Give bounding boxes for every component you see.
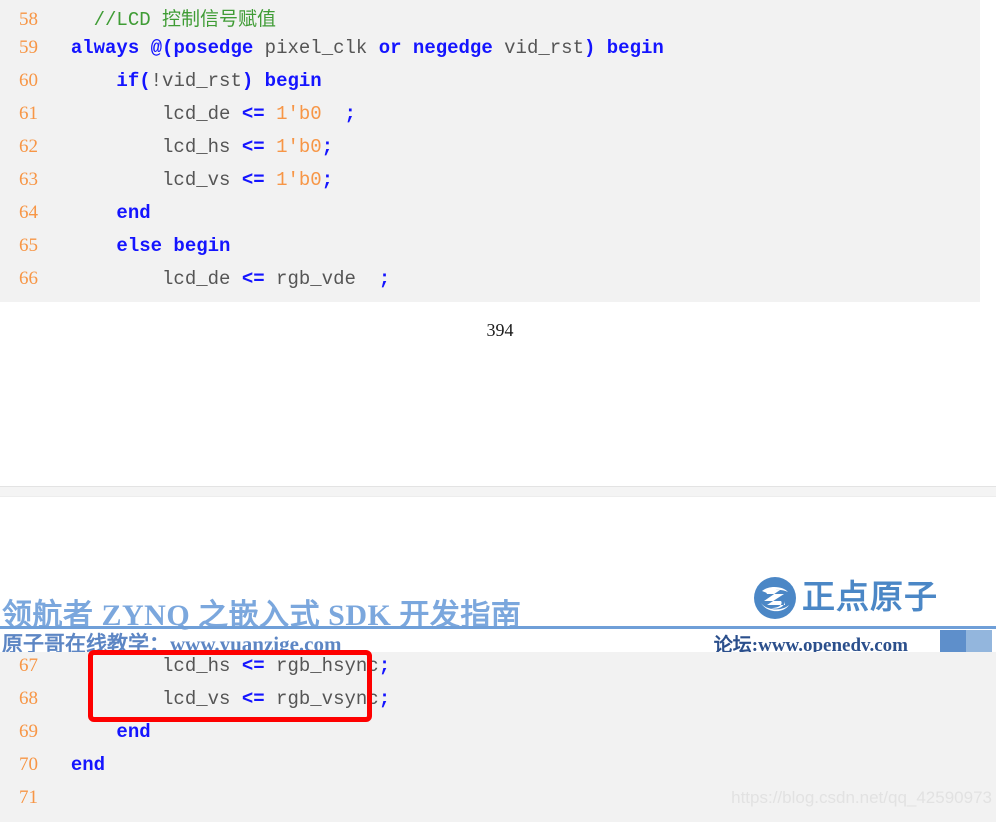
- code-text: lcd_de <= rgb_vde ;: [48, 268, 391, 290]
- line-number: 65: [19, 235, 38, 256]
- code-line: 68 lcd_vs <= rgb_vsync;: [0, 688, 996, 721]
- line-number: 58: [19, 9, 38, 30]
- code-line: 70 end: [0, 754, 996, 787]
- code-text: always @(posedge pixel_clk or negedge vi…: [70, 37, 664, 59]
- code-line: 58 //LCD 控制信号赋值: [0, 4, 980, 37]
- brand-logo: 正点原子: [753, 576, 938, 620]
- page-number: 394: [486, 320, 514, 340]
- line-number: 60: [19, 70, 38, 91]
- line-number: 63: [19, 169, 38, 190]
- line-number: 64: [19, 202, 38, 223]
- code-line: 67 lcd_hs <= rgb_hsync;: [0, 655, 996, 688]
- line-number: 68: [19, 688, 38, 709]
- code-text: lcd_vs <= rgb_vsync;: [48, 688, 391, 710]
- code-text: else begin: [116, 235, 231, 257]
- line-number: 69: [19, 721, 38, 742]
- code-text: if(!vid_rst) begin: [116, 70, 322, 92]
- code-line: 59 always @(posedge pixel_clk or negedge…: [0, 37, 980, 70]
- code-line: 60 if(!vid_rst) begin: [0, 70, 980, 103]
- code-text: lcd_de <= 1'b0 ;: [48, 103, 356, 125]
- document-header: 领航者 ZYNQ 之嵌入式 SDK 开发指南 原子哥在线教学：www.yuanz…: [0, 577, 996, 656]
- watermark: https://blog.csdn.net/qq_42590973: [731, 788, 992, 807]
- code-line: 63 lcd_vs <= 1'b0;: [0, 169, 980, 202]
- line-number: 67: [19, 655, 38, 676]
- line-number: 66: [19, 268, 38, 289]
- line-number: 62: [19, 136, 38, 157]
- code-line: 61 lcd_de <= 1'b0 ;: [0, 103, 980, 136]
- code-text: //LCD 控制信号赋值: [93, 9, 277, 31]
- code-text: end: [116, 721, 151, 743]
- square-dark: [940, 630, 966, 652]
- code-text: lcd_hs <= 1'b0;: [48, 136, 334, 158]
- code-line: 64 end: [0, 202, 980, 235]
- line-number: 61: [19, 103, 38, 124]
- section-divider: [0, 486, 996, 497]
- code-line: 65 else begin: [0, 235, 980, 268]
- line-number: 70: [19, 754, 38, 775]
- code-text: end: [70, 754, 106, 776]
- code-line: 69 end: [0, 721, 996, 754]
- corner-square-decoration: [940, 630, 992, 652]
- square-light: [966, 630, 992, 652]
- atom-circle-icon: [754, 577, 796, 619]
- line-number: 59: [19, 37, 38, 58]
- code-text: lcd_hs <= rgb_hsync;: [48, 655, 391, 677]
- code-block-top[interactable]: 58 //LCD 控制信号赋值 59 always @(posedge pixel…: [0, 0, 980, 302]
- brand-name: 正点原子: [802, 579, 938, 616]
- code-line: 62 lcd_hs <= 1'b0;: [0, 136, 980, 169]
- code-line: 66 lcd_de <= rgb_vde ;: [0, 268, 980, 301]
- code-text: end: [116, 202, 151, 224]
- line-number: 71: [19, 787, 38, 808]
- code-text: lcd_vs <= 1'b0;: [48, 169, 334, 191]
